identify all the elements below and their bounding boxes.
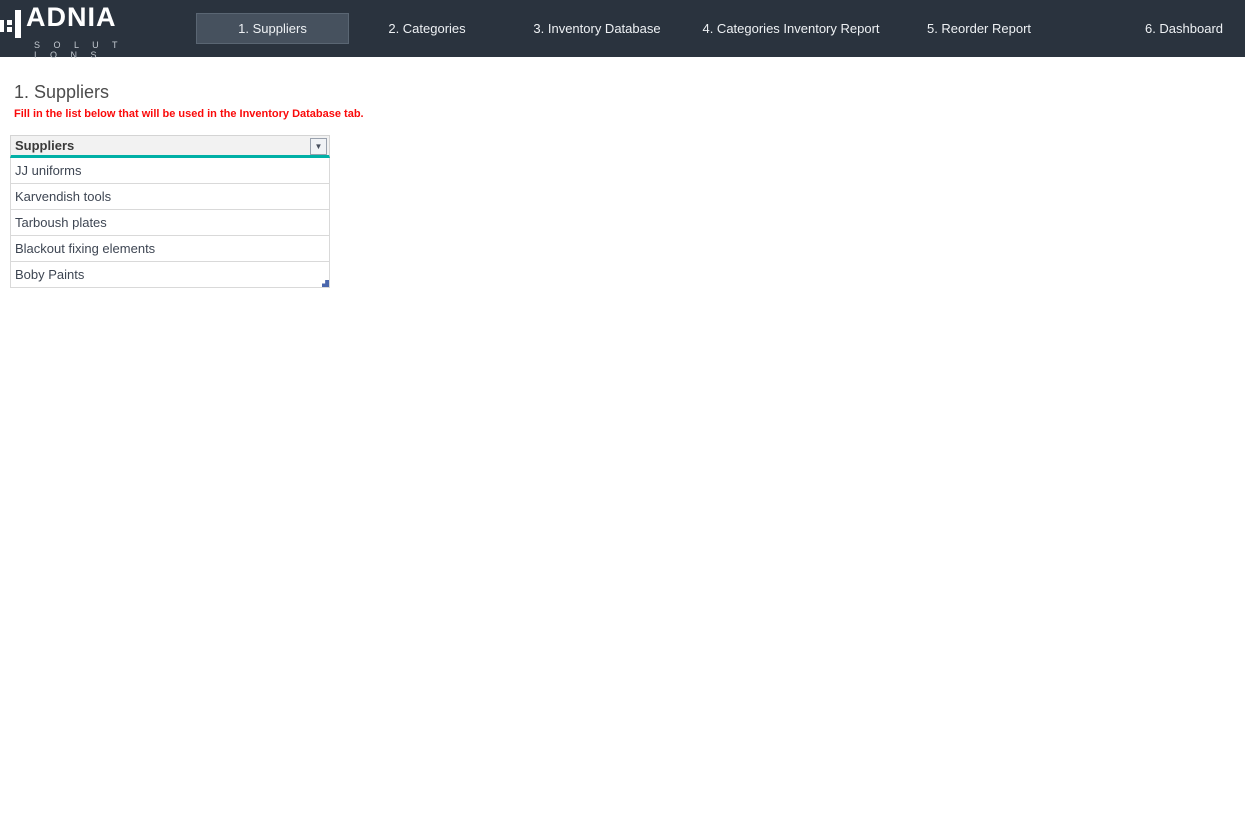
- brand-logo: ADNIA S O L U T I O N S: [0, 0, 135, 60]
- tab-categories[interactable]: 2. Categories: [388, 0, 465, 57]
- brand-name: ADNIA: [26, 2, 117, 32]
- tab-inventory-database[interactable]: 3. Inventory Database: [533, 0, 660, 57]
- suppliers-table: Suppliers ▼ JJ uniforms Karvendish tools…: [10, 135, 330, 288]
- tab-suppliers-label: 1. Suppliers: [238, 21, 307, 36]
- table-row[interactable]: Karvendish tools: [10, 184, 330, 210]
- page-instruction-note: Fill in the list below that will be used…: [14, 108, 364, 120]
- table-row[interactable]: JJ uniforms: [10, 158, 330, 184]
- page-title: 1. Suppliers: [14, 82, 110, 102]
- filter-dropdown-button[interactable]: ▼: [310, 138, 327, 155]
- tab-categories-label: 2. Categories: [388, 21, 466, 36]
- filter-dropdown-icon: ▼: [314, 141, 323, 151]
- suppliers-header-label: Suppliers: [15, 138, 75, 153]
- suppliers-table-header[interactable]: Suppliers ▼: [10, 135, 330, 158]
- tab-suppliers[interactable]: 1. Suppliers: [196, 13, 349, 44]
- table-row[interactable]: Blackout fixing elements: [10, 236, 330, 262]
- top-navbar: ADNIA S O L U T I O N S 1. Suppliers 2. …: [0, 0, 1245, 60]
- tab-categories-inventory-report-label: 4. Categories Inventory Report: [702, 21, 880, 36]
- tab-categories-inventory-report[interactable]: 4. Categories Inventory Report: [702, 0, 879, 57]
- brand-subtitle: S O L U T I O N S: [34, 40, 123, 60]
- tab-reorder-report-label: 5. Reorder Report: [926, 21, 1032, 36]
- tab-inventory-database-label: 3. Inventory Database: [533, 21, 661, 36]
- tab-dashboard[interactable]: 6. Dashboard: [1145, 0, 1223, 57]
- brand-logo-icon: [0, 9, 26, 45]
- table-row[interactable]: Boby Paints: [10, 262, 330, 288]
- table-row[interactable]: Tarboush plates: [10, 210, 330, 236]
- tab-reorder-report[interactable]: 5. Reorder Report: [927, 0, 1031, 57]
- tab-dashboard-label: 6. Dashboard: [1144, 21, 1224, 36]
